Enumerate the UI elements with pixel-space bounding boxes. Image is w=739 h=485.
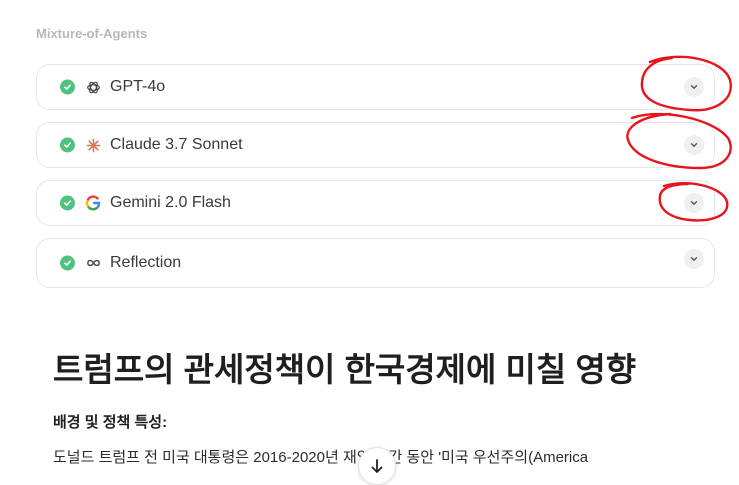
agent-card-gpt-4o[interactable]: GPT-4o	[36, 64, 715, 110]
infinity-icon	[84, 254, 102, 272]
check-circle-icon	[60, 195, 75, 211]
agent-name: Reflection	[110, 254, 182, 271]
chevron-down-icon[interactable]	[684, 135, 704, 155]
agent-card-gemini[interactable]: Gemini 2.0 Flash	[36, 180, 715, 226]
arrow-down-icon	[371, 459, 383, 473]
agent-name: GPT-4o	[110, 78, 166, 95]
check-circle-icon	[60, 137, 75, 153]
google-icon	[84, 194, 102, 212]
claude-icon	[84, 136, 102, 154]
scroll-down-button[interactable]	[358, 447, 396, 485]
agent-name: Gemini 2.0 Flash	[110, 194, 231, 211]
article-subheading: 배경 및 정책 특성:	[53, 414, 168, 431]
section-label: Mixture-of-Agents	[36, 26, 148, 41]
article-paragraph: 도널드 트럼프 전 미국 대통령은 2016-2020년 재임 기간 동안 '미…	[53, 449, 589, 466]
agent-card-reflection[interactable]: Reflection	[36, 238, 715, 288]
article-title: 트럼프의 관세정책이 한국경제에 미칠 영향	[53, 351, 637, 388]
check-circle-icon	[60, 79, 75, 95]
chevron-down-icon[interactable]	[684, 193, 704, 213]
chevron-down-icon[interactable]	[684, 249, 704, 269]
openai-icon	[84, 78, 102, 96]
chevron-down-icon[interactable]	[684, 77, 704, 97]
agent-card-claude[interactable]: Claude 3.7 Sonnet	[36, 122, 715, 168]
check-circle-icon	[60, 255, 75, 271]
agent-name: Claude 3.7 Sonnet	[110, 136, 243, 153]
